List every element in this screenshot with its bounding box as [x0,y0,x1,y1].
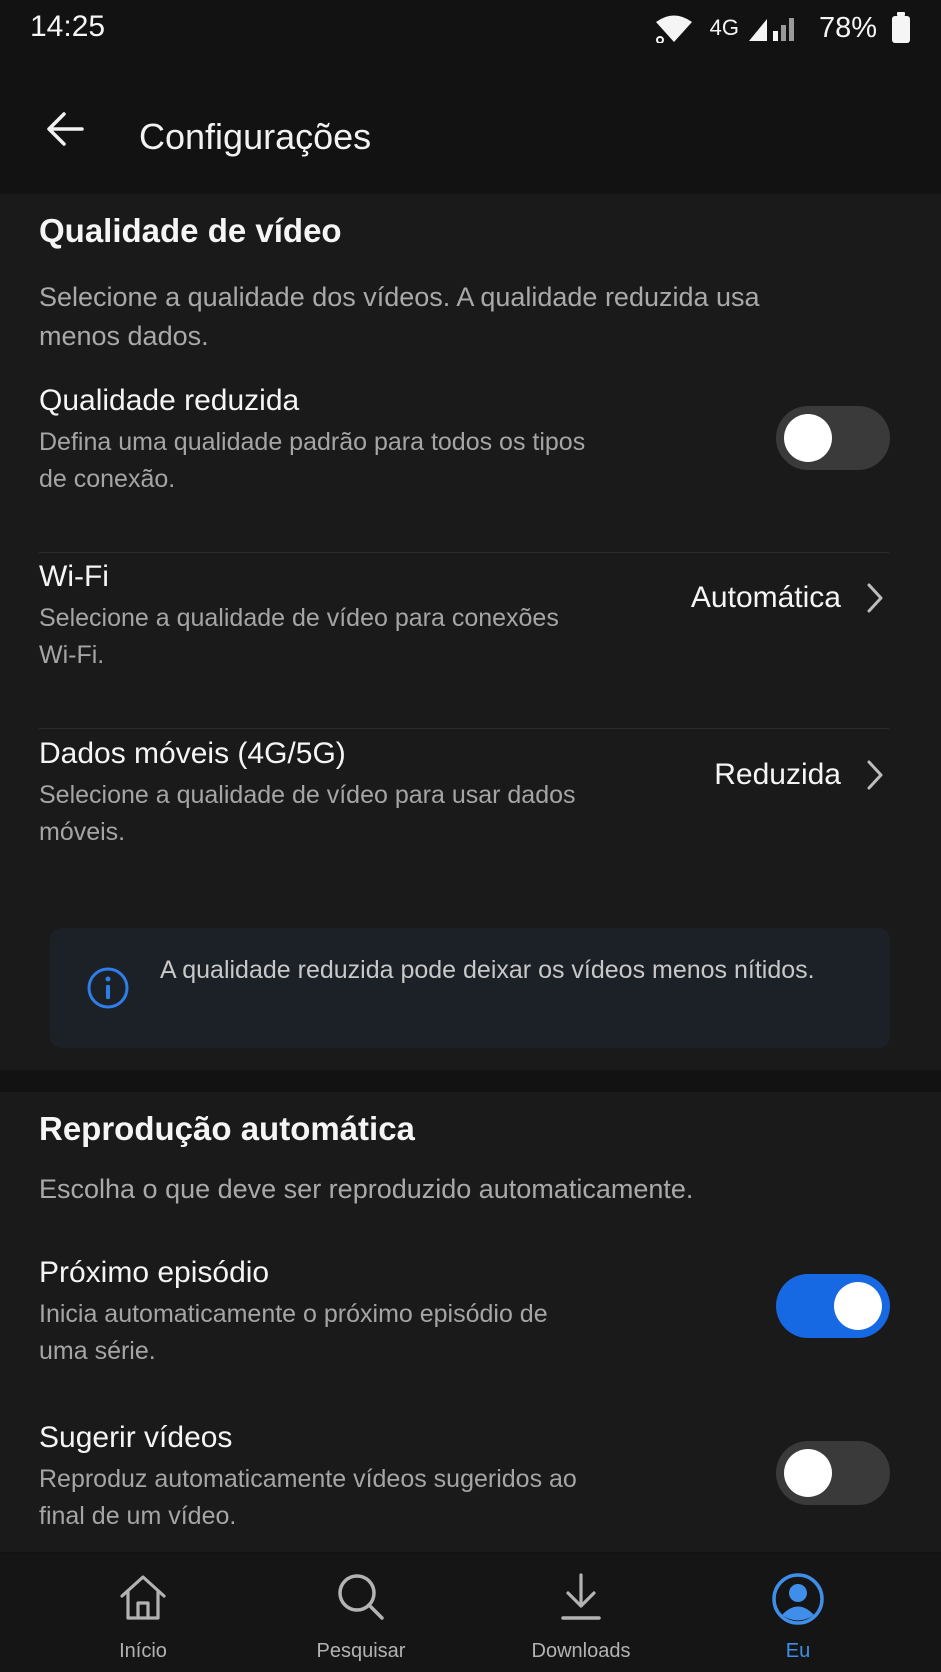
toggle-knob [784,414,832,462]
next-episode-toggle[interactable] [776,1274,890,1338]
mobile-data-quality-row[interactable]: Dados móveis (4G/5G) Selecione a qualida… [0,737,941,847]
suggest-videos-description: Reproduz automaticamente vídeos sugerido… [39,1465,577,1530]
wifi-quality-row[interactable]: Wi-Fi Selecione a qualidade de vídeo par… [0,560,941,670]
suggest-videos-title: Sugerir vídeos [39,1421,233,1454]
mobile-data-quality-text: Reduzida [714,758,841,791]
nav-label-downloads: Downloads [531,1640,631,1662]
reduced-quality-title: Qualidade reduzida [39,384,300,417]
nav-item-profile[interactable]: Eu [708,1554,888,1672]
toggle-knob [784,1449,832,1497]
mobile-data-description: Selecione a qualidade de vídeo para usar… [39,781,576,846]
wifi-description: Selecione a qualidade de vídeo para cone… [39,604,559,669]
status-time: 14:25 [30,10,106,43]
bottom-navigation: Início Pesquisar Downloads Eu [0,1554,941,1672]
status-bar: 14:25 4G 78% [0,0,941,60]
next-episode-row[interactable]: Próximo episódio Inicia automaticamente … [0,1256,941,1366]
home-icon [120,1575,166,1620]
back-arrow-icon [47,112,84,146]
profile-icon [772,1573,824,1625]
next-episode-description: Inicia automaticamente o próximo episódi… [39,1300,548,1365]
reduced-quality-row[interactable]: Qualidade reduzida Defina uma qualidade … [0,384,941,494]
video-quality-section: Qualidade de vídeo Selecione a qualidade… [0,194,941,1070]
suggest-videos-row[interactable]: Sugerir vídeos Reproduz automaticamente … [0,1421,941,1531]
status-icons: 4G 78% [654,10,911,46]
top-app-bar: Configurações [0,60,941,194]
wifi-title: Wi-Fi [39,560,109,593]
mobile-data-title: Dados móveis (4G/5G) [39,737,346,770]
autoplay-description: Escolha o que deve ser reproduzido autom… [39,1174,694,1204]
page-title: Configurações [139,116,372,157]
battery-icon [891,12,911,44]
wifi-quality-text: Automática [690,581,841,614]
back-button[interactable] [40,108,94,150]
nav-item-home[interactable]: Início [53,1554,233,1672]
video-quality-description: Selecione a qualidade dos vídeos. A qual… [39,282,760,351]
nav-item-downloads[interactable]: Downloads [491,1554,671,1672]
toggle-knob [834,1282,882,1330]
settings-screen: 14:25 4G 78% Configurações Qualidade de … [0,0,941,1672]
signal-icon [747,13,799,43]
video-quality-title: Qualidade de vídeo [39,212,342,249]
info-text: A qualidade reduzida pode deixar os víde… [160,956,815,984]
reduced-quality-description: Defina uma qualidade padrão para todos o… [39,428,586,493]
download-icon [561,1573,601,1620]
info-icon [87,967,129,1009]
battery-percent: 78% [818,11,877,44]
nav-label-search: Pesquisar [316,1640,406,1662]
mobile-data-quality-value[interactable]: Reduzida [714,758,885,792]
search-icon [338,1574,384,1620]
nav-label-profile: Eu [785,1640,811,1662]
next-episode-title: Próximo episódio [39,1256,270,1289]
network-type: 4G [709,15,739,40]
divider [39,728,889,729]
wifi-icon [654,13,694,43]
suggest-videos-toggle[interactable] [776,1441,890,1505]
wifi-quality-value[interactable]: Automática [691,581,885,615]
info-banner: A qualidade reduzida pode deixar os víde… [50,928,890,1048]
reduced-quality-toggle[interactable] [776,406,890,470]
nav-item-search[interactable]: Pesquisar [271,1554,451,1672]
autoplay-title: Reprodução automática [39,1110,415,1147]
chevron-right-icon [867,760,883,790]
autoplay-section: Reprodução automática Escolha o que deve… [0,1092,941,1552]
divider [39,552,889,553]
nav-label-home: Início [119,1640,167,1662]
chevron-right-icon [867,583,883,613]
